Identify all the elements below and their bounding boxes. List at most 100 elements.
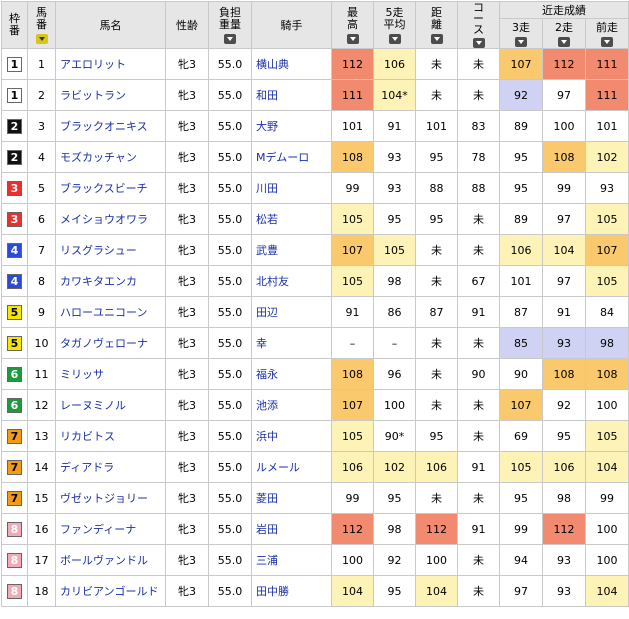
horse-name-link[interactable]: リカビトス xyxy=(55,420,166,452)
horse-name-link[interactable]: ラビットラン xyxy=(55,79,166,111)
waku-badge: 6 xyxy=(7,397,22,413)
cell-r2: 98 xyxy=(542,482,586,514)
sort-down-icon[interactable] xyxy=(346,33,359,44)
cell-r2: 92 xyxy=(542,389,586,421)
horse-name-link[interactable]: ボールヴァンドル xyxy=(55,544,166,576)
cell-sex-age: 牝3 xyxy=(165,420,209,452)
cell-distance: 未 xyxy=(415,265,458,297)
horse-name-link[interactable]: モズカッチャン xyxy=(55,141,166,173)
cell-max: 106 xyxy=(331,451,374,483)
horse-name-link[interactable]: ブラックスビーチ xyxy=(55,172,166,204)
cell-waku: 8 xyxy=(1,575,28,607)
sort-down-icon[interactable] xyxy=(601,36,613,47)
jockey-link[interactable]: 幸 xyxy=(251,327,332,359)
jockey-link[interactable]: 大野 xyxy=(251,110,332,142)
jockey-link[interactable]: 菱田 xyxy=(251,482,332,514)
horse-name-link[interactable]: カワキタエンカ xyxy=(55,265,166,297)
cell-waku: 7 xyxy=(1,420,28,452)
waku-badge: 1 xyxy=(7,56,22,72)
horse-name-link[interactable]: レーヌミノル xyxy=(55,389,166,421)
cell-r2: 97 xyxy=(542,203,586,235)
jockey-link[interactable]: 横山典 xyxy=(251,48,332,80)
header-max[interactable]: 最 高 xyxy=(331,1,374,49)
jockey-link[interactable]: 浜中 xyxy=(251,420,332,452)
cell-r3: 85 xyxy=(499,327,543,359)
cell-max: 99 xyxy=(331,482,374,514)
header-umaban[interactable]: 馬 番 xyxy=(27,1,56,49)
cell-sex-age: 牝3 xyxy=(165,358,209,390)
header-course[interactable]: コ ー ス xyxy=(457,1,500,49)
waku-badge: 1 xyxy=(7,87,22,103)
sort-down-icon[interactable] xyxy=(388,33,401,44)
cell-distance: 未 xyxy=(415,234,458,266)
cell-avg5: 95 xyxy=(373,203,416,235)
cell-waku: 6 xyxy=(1,358,28,390)
horse-name-link[interactable]: タガノヴェローナ xyxy=(55,327,166,359)
jockey-link[interactable]: 川田 xyxy=(251,172,332,204)
jockey-link[interactable]: Mデムーロ xyxy=(251,141,332,173)
race-results-table: 枠 番 馬 番 馬名 性齢 負担 重量 騎手 最 高 5走 平均 距 離 コ ー… xyxy=(1,0,629,607)
sort-down-icon[interactable] xyxy=(472,38,485,48)
jockey-link[interactable]: 北村友 xyxy=(251,265,332,297)
cell-max: 107 xyxy=(331,234,374,266)
table-row: 6 12 レーヌミノル 牝3 55.0 池添 107 100 未未 107 92 100 xyxy=(1,389,629,421)
header-distance[interactable]: 距 離 xyxy=(415,1,458,49)
cell-waku: 8 xyxy=(1,513,28,545)
sort-down-icon[interactable] xyxy=(515,36,527,47)
cell-umaban: 18 xyxy=(27,575,56,607)
horse-name-link[interactable]: カリビアンゴールド xyxy=(55,575,166,607)
cell-weight: 55.0 xyxy=(208,234,252,266)
horse-name-link[interactable]: ブラックオニキス xyxy=(55,110,166,142)
jockey-link[interactable]: ルメール xyxy=(251,451,332,483)
cell-umaban: 9 xyxy=(27,296,56,328)
table-row: 6 11 ミリッサ 牝3 55.0 福永 108 96 未 90 90 108 108 xyxy=(1,358,629,390)
cell-waku: 5 xyxy=(1,327,28,359)
header-avg5[interactable]: 5走 平均 xyxy=(373,1,416,49)
cell-umaban: 16 xyxy=(27,513,56,545)
horse-name-link[interactable]: ディアドラ xyxy=(55,451,166,483)
cell-r1: 105 xyxy=(585,265,629,297)
jockey-link[interactable]: 田中勝 xyxy=(251,575,332,607)
cell-avg5: 104* xyxy=(373,79,416,111)
jockey-link[interactable]: 田辺 xyxy=(251,296,332,328)
cell-umaban: 3 xyxy=(27,110,56,142)
sort-down-icon[interactable] xyxy=(224,33,236,44)
jockey-link[interactable]: 松若 xyxy=(251,203,332,235)
cell-waku: 7 xyxy=(1,451,28,483)
sort-down-icon[interactable] xyxy=(35,33,48,44)
cell-sex-age: 牝3 xyxy=(165,451,209,483)
cell-sex-age: 牝3 xyxy=(165,79,209,111)
cell-r1: 101 xyxy=(585,110,629,142)
cell-r1: 111 xyxy=(585,79,629,111)
horse-name-link[interactable]: ハローユニコーン xyxy=(55,296,166,328)
header-weight[interactable]: 負担 重量 xyxy=(208,1,252,49)
header-r3[interactable]: 3走 xyxy=(499,18,543,49)
cell-weight: 55.0 xyxy=(208,327,252,359)
header-r1[interactable]: 前走 xyxy=(585,18,629,49)
jockey-link[interactable]: 三浦 xyxy=(251,544,332,576)
cell-r1: 99 xyxy=(585,482,629,514)
horse-name-link[interactable]: ファンディーナ xyxy=(55,513,166,545)
cell-max: 91 xyxy=(331,296,374,328)
horse-name-link[interactable]: ヴゼットジョリー xyxy=(55,482,166,514)
horse-name-link[interactable]: アエロリット xyxy=(55,48,166,80)
jockey-link[interactable]: 和田 xyxy=(251,79,332,111)
header-r2[interactable]: 2走 xyxy=(542,18,586,49)
sort-down-icon[interactable] xyxy=(430,33,443,44)
cell-waku: 3 xyxy=(1,203,28,235)
cell-weight: 55.0 xyxy=(208,265,252,297)
cell-sex-age: 牝3 xyxy=(165,544,209,576)
jockey-link[interactable]: 池添 xyxy=(251,389,332,421)
horse-name-link[interactable]: リスグラシュー xyxy=(55,234,166,266)
cell-distance: 未 xyxy=(415,358,458,390)
sort-down-icon[interactable] xyxy=(558,36,570,47)
cell-avg5: 98 xyxy=(373,513,416,545)
horse-name-link[interactable]: ミリッサ xyxy=(55,358,166,390)
cell-r1: 105 xyxy=(585,203,629,235)
jockey-link[interactable]: 福永 xyxy=(251,358,332,390)
horse-name-link[interactable]: メイショウオワラ xyxy=(55,203,166,235)
jockey-link[interactable]: 武豊 xyxy=(251,234,332,266)
cell-r2: 112 xyxy=(542,513,586,545)
cell-distance: 未 xyxy=(415,389,458,421)
jockey-link[interactable]: 岩田 xyxy=(251,513,332,545)
